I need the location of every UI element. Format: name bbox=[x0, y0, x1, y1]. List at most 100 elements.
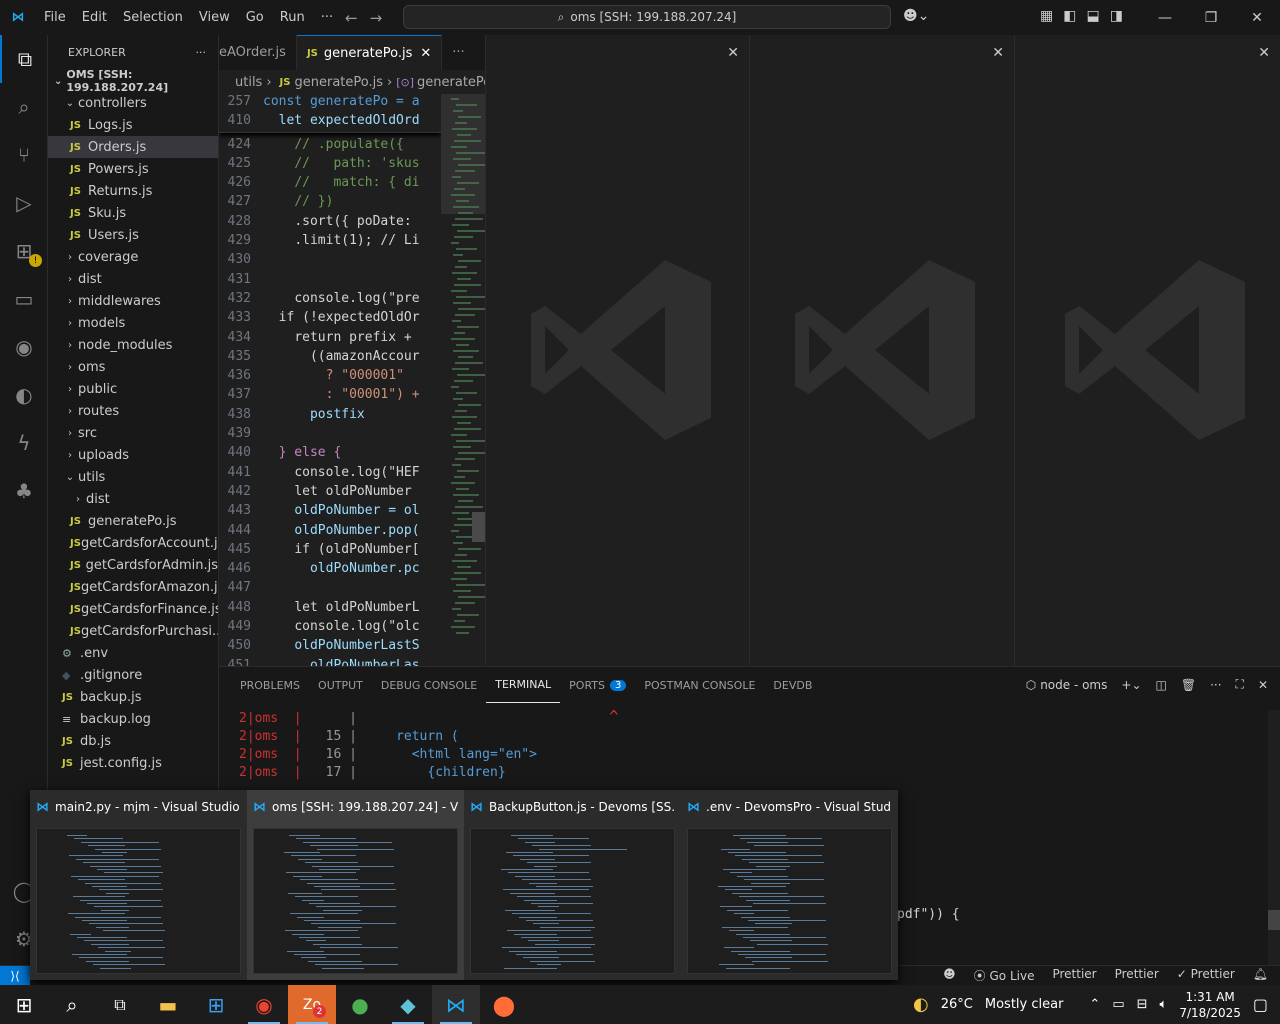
chrome-icon[interactable]: ◉ bbox=[240, 985, 288, 1024]
tree-folder[interactable]: ⌄ controllers bbox=[48, 92, 218, 114]
file-explorer-icon[interactable]: ▬ bbox=[144, 985, 192, 1024]
code-line[interactable]: 425 // path: 'skus bbox=[219, 156, 441, 175]
breadcrumb-file[interactable]: generatePo.js bbox=[294, 75, 383, 90]
thumbnail-window-2[interactable]: ⋈ oms [SSH: 199.188.207.24] - Vis... bbox=[247, 790, 464, 980]
task-view-icon[interactable]: ⧉ bbox=[96, 985, 144, 1024]
code-line[interactable]: 439 bbox=[219, 426, 441, 445]
copilot-status-icon[interactable]: ☻ bbox=[943, 967, 956, 984]
code-line[interactable]: 444 oldPoNumber.pop( bbox=[219, 523, 441, 542]
close-group-icon[interactable]: ✕ bbox=[1258, 45, 1270, 61]
go-live-button[interactable]: ⦿ Go Live bbox=[974, 967, 1035, 984]
tree-folder[interactable]: › node_modules bbox=[48, 334, 218, 356]
code-line[interactable]: 435 ((amazonAccour bbox=[219, 349, 441, 368]
code-line[interactable]: 430 bbox=[219, 252, 441, 271]
code-line[interactable]: 431 bbox=[219, 272, 441, 291]
code-line[interactable]: 441 console.log("HEF bbox=[219, 465, 441, 484]
tree-file[interactable]: ◆ .gitignore bbox=[48, 664, 218, 686]
more-actions-icon[interactable]: ··· bbox=[1210, 678, 1221, 692]
tree-file[interactable]: JS getCardsforAdmin.js bbox=[48, 554, 218, 576]
tree-file[interactable]: ⚙ .env bbox=[48, 642, 218, 664]
code-line[interactable]: 446 oldPoNumber.pc bbox=[219, 561, 441, 580]
notifications-bell-icon[interactable]: 🔔︎ bbox=[1253, 967, 1268, 984]
tree-folder[interactable]: › public bbox=[48, 378, 218, 400]
editor-scrollbar[interactable] bbox=[472, 512, 485, 542]
tree-file[interactable]: JS Logs.js bbox=[48, 114, 218, 136]
python-icon[interactable]: ♣ bbox=[0, 467, 48, 515]
panel-tab-output[interactable]: OUTPUT bbox=[309, 667, 372, 703]
thumbnail-window-3[interactable]: ⋈ BackupButton.js - Devoms [SS... bbox=[464, 790, 681, 980]
more-actions-icon[interactable]: ··· bbox=[196, 46, 207, 59]
panel-tab-postman-console[interactable]: POSTMAN CONSOLE bbox=[635, 667, 764, 703]
code-line[interactable]: 436 ? "000001" bbox=[219, 368, 441, 387]
code-line[interactable]: 443 oldPoNumber = ol bbox=[219, 503, 441, 522]
breadcrumb-symbol[interactable]: generatePo bbox=[417, 75, 485, 90]
network-icon[interactable]: ⊟ bbox=[1137, 997, 1148, 1012]
maximize-panel-icon[interactable]: ⛶ bbox=[1236, 677, 1244, 692]
tree-folder[interactable]: › middlewares bbox=[48, 290, 218, 312]
workspace-root[interactable]: ⌄ OMS [SSH: 199.188.207.24] bbox=[48, 68, 218, 94]
mongodb-compass-icon[interactable]: ● bbox=[336, 985, 384, 1024]
restore-button[interactable]: ❐ bbox=[1188, 0, 1234, 35]
toggle-panel-icon[interactable]: ⬓ bbox=[1086, 8, 1099, 24]
weather-icon[interactable]: ◐ bbox=[913, 994, 929, 1015]
explorer-icon[interactable]: ⧉ bbox=[0, 35, 48, 83]
code-line[interactable]: 451 oldPoNumberLas bbox=[219, 658, 441, 666]
prettier-status-1[interactable]: Prettier bbox=[1052, 967, 1096, 984]
minimap-slider[interactable] bbox=[441, 94, 485, 214]
weather-desc[interactable]: Mostly clear bbox=[985, 997, 1064, 1012]
vscode-taskbar-icon[interactable]: ⋈ bbox=[432, 985, 480, 1024]
code-line[interactable]: 428 .sort({ poDate: bbox=[219, 214, 441, 233]
menu-item[interactable]: Run bbox=[272, 10, 313, 25]
tree-folder[interactable]: › src bbox=[48, 422, 218, 444]
git-graph-icon[interactable]: ◉ bbox=[0, 323, 48, 371]
customize-layout-icon[interactable]: ▦ bbox=[1040, 8, 1053, 24]
panel-tab-devdb[interactable]: DEVDB bbox=[764, 667, 821, 703]
nav-arrows[interactable]: ←→ bbox=[345, 9, 394, 27]
volume-icon[interactable]: 🔈︎ bbox=[1160, 997, 1168, 1012]
editor-more-icon[interactable]: ··· bbox=[442, 35, 474, 70]
extensions-icon[interactable]: ⊞! bbox=[0, 227, 48, 275]
search-icon[interactable]: ⌕ bbox=[0, 83, 48, 131]
terminal-name[interactable]: node - oms bbox=[1040, 678, 1107, 692]
new-terminal-icon[interactable]: +⌄ bbox=[1121, 678, 1141, 692]
minimap[interactable] bbox=[441, 94, 485, 666]
weather-temp[interactable]: 26°C bbox=[941, 997, 973, 1012]
close-tab-icon[interactable]: ✕ bbox=[420, 46, 431, 61]
code-line[interactable]: 429 .limit(1); // Li bbox=[219, 233, 441, 252]
remote-explorer-icon[interactable]: ▭ bbox=[0, 275, 48, 323]
close-group-icon[interactable]: ✕ bbox=[727, 45, 739, 61]
postman-taskbar-icon[interactable]: ⬤ bbox=[480, 985, 528, 1024]
terminal-output[interactable]: 2|oms | | 2|oms | 15 | return (2|oms | 1… bbox=[219, 707, 1280, 922]
kill-terminal-icon[interactable]: 🗑 bbox=[1181, 678, 1196, 692]
split-terminal-icon[interactable]: ◫ bbox=[1156, 678, 1167, 692]
tree-file[interactable]: JS Powers.js bbox=[48, 158, 218, 180]
thumbnail-window-1[interactable]: ⋈ main2.py - mjm - Visual Studio ... bbox=[30, 790, 247, 980]
menu-item[interactable]: File bbox=[36, 10, 74, 25]
tree-folder[interactable]: › coverage bbox=[48, 246, 218, 268]
notification-center-icon[interactable]: ▢ bbox=[1253, 995, 1268, 1014]
tree-folder[interactable]: › routes bbox=[48, 400, 218, 422]
sticky-line[interactable]: 257 const generatePo = a bbox=[219, 94, 441, 113]
tree-folder[interactable]: › uploads bbox=[48, 444, 218, 466]
close-group-icon[interactable]: ✕ bbox=[992, 45, 1004, 61]
tree-file[interactable]: JS getCardsforAmazon.js bbox=[48, 576, 218, 598]
code-line[interactable]: 432 console.log("pre bbox=[219, 291, 441, 310]
toggle-secondary-sidebar-icon[interactable]: ◨ bbox=[1110, 8, 1123, 24]
menu-item[interactable]: Selection bbox=[115, 10, 191, 25]
chevron-up-icon[interactable]: ⌃ bbox=[1089, 997, 1100, 1012]
code-line[interactable]: 426 // match: { di bbox=[219, 175, 441, 194]
zoho-icon[interactable]: Zo 2 bbox=[288, 985, 336, 1024]
menu-item[interactable]: Go bbox=[238, 10, 272, 25]
prettier-status-3[interactable]: ✓ Prettier bbox=[1177, 967, 1235, 984]
code-line[interactable]: 424 // .populate({ bbox=[219, 137, 441, 156]
close-panel-icon[interactable]: ✕ bbox=[1258, 678, 1268, 692]
battery-icon[interactable]: ▭ bbox=[1112, 997, 1124, 1012]
windows-start-icon[interactable]: ⊞ bbox=[0, 985, 48, 1024]
copilot-icon[interactable]: ☻⌄ bbox=[903, 8, 929, 24]
tree-file[interactable]: JS jest.config.js bbox=[48, 752, 218, 774]
tree-file[interactable]: JS getCardsforPurchasi... bbox=[48, 620, 218, 642]
terminal-scrollbar-thumb[interactable] bbox=[1268, 910, 1280, 930]
tab-generatepo[interactable]: JS generatePo.js ✕ bbox=[296, 35, 443, 70]
store-icon[interactable]: ⊞ bbox=[192, 985, 240, 1024]
tree-folder[interactable]: › dist bbox=[48, 268, 218, 290]
